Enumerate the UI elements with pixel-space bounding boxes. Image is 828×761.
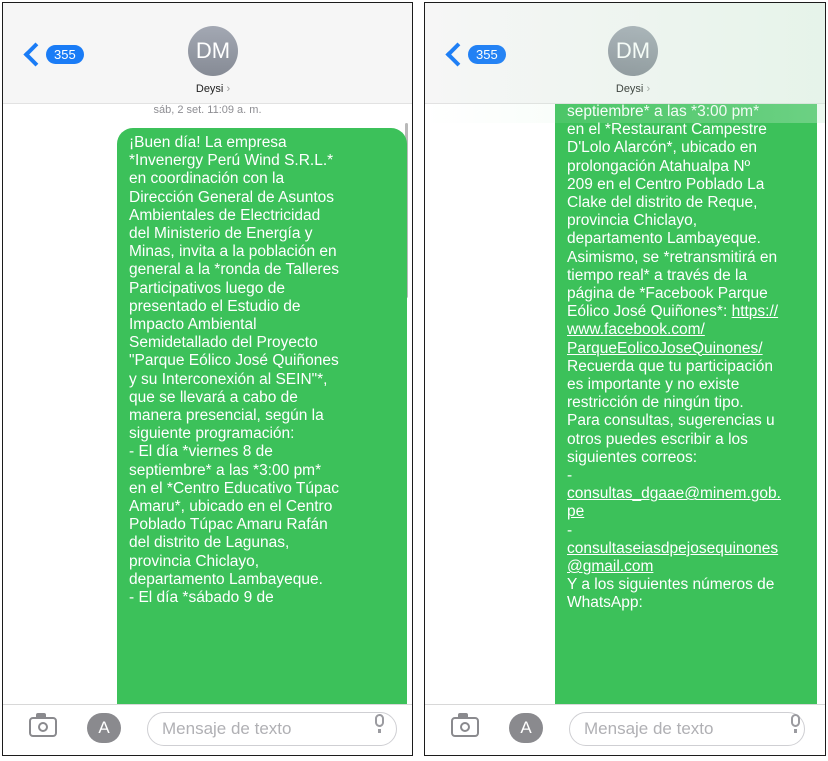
message-input[interactable]: Mensaje de texto <box>569 712 805 746</box>
message-line: siguientes correos: <box>567 448 698 466</box>
message-line: que se llevará a cabo de <box>129 388 298 406</box>
message-line: tiempo real* a través de la <box>567 266 748 284</box>
message-line: en el *Centro Educativo Túpac <box>129 479 339 497</box>
message-line: del distrito de Lagunas, <box>129 534 290 552</box>
message-line: Asimismo, se *retransmitirá en <box>567 248 778 266</box>
message-line: siguiente programación: <box>129 425 295 443</box>
camera-icon[interactable] <box>29 713 57 737</box>
message-line: Ambientales de Electricidad <box>129 206 321 224</box>
microphone-icon[interactable] <box>791 714 800 733</box>
chevron-right-icon: › <box>226 83 231 95</box>
link-line[interactable]: consultaseiasdpejosequinones <box>567 540 805 558</box>
contact-name-text: Deysi <box>195 83 224 95</box>
message-line: Participativos luego de <box>129 279 285 297</box>
message-line: Poblado Túpac Amaru Rafán <box>129 516 328 534</box>
message-line: manera presencial, según la <box>129 407 324 425</box>
back-button[interactable]: 355 <box>23 42 84 67</box>
composer-bar: A Mensaje de texto <box>425 704 825 755</box>
microphone-icon[interactable] <box>375 714 384 733</box>
message-line: ¡Buen día! La empresa <box>129 134 287 151</box>
link-line[interactable]: pe <box>567 503 805 521</box>
app-store-glyph: A <box>98 718 110 737</box>
message-line: departamento Lambayeque. <box>567 230 761 248</box>
message-line: en el *Restaurant Campestre <box>567 121 767 139</box>
email-link-gmail[interactable]: consultaseiasdpejosequinones @gmail.com <box>567 540 805 576</box>
message-line: Minas, invita a la población en <box>129 243 337 261</box>
message-line: 209 en el Centro Poblado La <box>567 175 765 193</box>
conversation-header: 355 DM Deysi › <box>3 3 412 104</box>
message-line: "Parque Eólico José Quiñones <box>129 352 339 370</box>
screenshot-panel-left: 355 DM Deysi › sáb, 2 set. 11:09 a. m. ¡… <box>2 2 413 756</box>
camera-icon[interactable] <box>451 713 479 737</box>
message-line: - El día *sábado 9 de <box>129 589 274 607</box>
link-line[interactable]: www.facebook.com/ <box>567 321 805 339</box>
message-line: Eólico José Quiñones*: <box>567 303 728 321</box>
message-line: y su Interconexión al SEIN"*, <box>129 370 328 388</box>
contact-avatar[interactable]: DM <box>608 26 658 76</box>
link-line[interactable]: @gmail.com <box>567 558 805 576</box>
message-line: - El día *viernes 8 de <box>129 443 273 461</box>
message-line: Dirección General de Asuntos <box>129 188 335 206</box>
chevron-left-icon <box>445 42 470 67</box>
message-line: WhatsApp: <box>567 594 643 612</box>
app-store-icon[interactable]: A <box>509 713 543 743</box>
message-line: Impacto Ambiental <box>129 316 257 334</box>
message-line: - <box>567 467 573 485</box>
message-line: Amaru*, ubicado en el Centro <box>129 498 333 516</box>
message-text: septiembre* a las *3:00 pm* en el *Restau… <box>567 103 805 303</box>
message-line: prolongación Atahualpa Nº <box>567 157 751 175</box>
message-text: Y a los siguientes números de WhatsApp: <box>567 576 805 612</box>
message-input-placeholder: Mensaje de texto <box>584 719 714 738</box>
facebook-link-continued[interactable]: www.facebook.com/ParqueEolicoJoseQuinone… <box>567 321 805 357</box>
unread-count-badge: 355 <box>46 45 84 64</box>
message-line: septiembre* a las *3:00 pm* <box>129 461 322 479</box>
message-line: Recuerda que tu participación <box>567 357 773 375</box>
back-button[interactable]: 355 <box>445 42 506 67</box>
message-line: provincia Chiclayo, <box>129 552 260 570</box>
message-line: septiembre* a las *3:00 pm* <box>567 103 760 120</box>
message-line: del Ministerio de Energía y <box>129 225 313 243</box>
message-bubble[interactable]: septiembre* a las *3:00 pm* en el *Restau… <box>555 97 817 717</box>
message-line: *Invenergy Perú Wind S.R.L.* <box>129 152 334 170</box>
message-line: provincia Chiclayo, <box>567 212 698 230</box>
message-line: en coordinación con la <box>129 170 285 188</box>
message-line: presentado el Estudio de <box>129 297 301 315</box>
message-input-placeholder: Mensaje de texto <box>162 719 292 738</box>
message-text: Recuerda que tu participación es importan… <box>567 358 805 485</box>
message-line: departamento Lambayeque. <box>129 570 323 588</box>
message-line: página de *Facebook Parque <box>567 285 768 303</box>
message-input[interactable]: Mensaje de texto <box>147 712 397 746</box>
conversation-header: 355 DM Deysi › <box>425 3 825 123</box>
message-line: - <box>567 521 573 539</box>
message-line: Y a los siguientes números de <box>567 576 775 594</box>
chevron-right-icon: › <box>646 83 651 95</box>
avatar-initials: DM <box>615 38 651 63</box>
message-line: es importante y no existe <box>567 376 740 394</box>
app-store-icon[interactable]: A <box>87 713 121 743</box>
message-line: general a la *ronda de Talleres <box>129 261 339 279</box>
message-line: Para consultas, sugerencias u <box>567 412 775 430</box>
screenshot-panel-right: 355 DM Deysi › septiembre* a las *3:00 p… <box>424 2 826 756</box>
message-line: Semidetallado del Proyecto <box>129 334 318 352</box>
link-line[interactable]: consultas_dgaae@minem.gob. <box>567 485 805 503</box>
unread-count-badge: 355 <box>468 45 506 64</box>
message-bubble[interactable]: ¡Buen día! La empresa *Invenergy Perú Win… <box>117 128 407 728</box>
chevron-left-icon <box>23 42 48 67</box>
composer-bar: A Mensaje de texto <box>3 704 412 755</box>
contact-name-text: Deysi <box>615 83 644 95</box>
facebook-link[interactable]: https:// <box>732 303 779 320</box>
contact-avatar[interactable]: DM <box>188 26 238 76</box>
message-line: D'Lolo Alarcón*, ubicado en <box>567 139 757 157</box>
link-line[interactable]: ParqueEolicoJoseQuinones/ <box>567 340 805 358</box>
message-line: otros puedes escribir a los <box>567 430 748 448</box>
email-link-minem[interactable]: consultas_dgaae@minem.gob. pe <box>567 485 805 521</box>
message-line: Clake del distrito de Reque, <box>567 194 758 212</box>
contact-name[interactable]: Deysi › <box>583 83 683 95</box>
avatar-initials: DM <box>195 38 231 63</box>
contact-name[interactable]: Deysi › <box>163 83 263 95</box>
message-line: restricción de ningún tipo. <box>567 394 744 412</box>
message-text: ¡Buen día! La empresa *Invenergy Perú Win… <box>129 134 395 607</box>
app-store-glyph: A <box>520 718 532 737</box>
message-timestamp: sáb, 2 set. 11:09 a. m. <box>153 104 262 116</box>
